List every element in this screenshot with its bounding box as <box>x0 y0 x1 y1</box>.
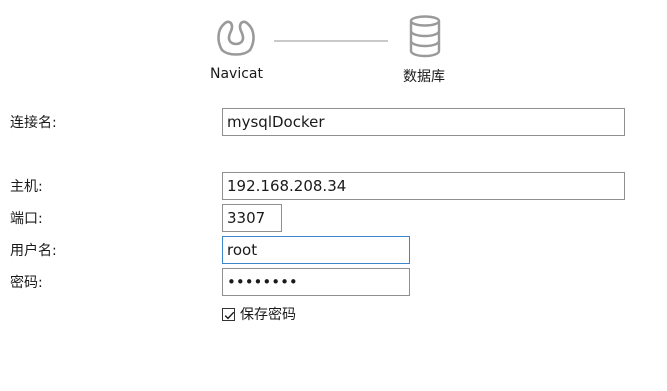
connection-line <box>274 40 388 42</box>
target-label: 数据库 <box>403 69 445 85</box>
username-label: 用户名: <box>10 243 57 259</box>
database-icon <box>406 14 444 58</box>
connection-dialog: Navicat 数据库 连接名: 主机: 端口: 用户名: 密码: 保存密码 <box>0 0 667 391</box>
host-input[interactable] <box>222 172 625 200</box>
checkbox-box[interactable] <box>222 307 235 321</box>
host-label: 主机: <box>10 179 43 195</box>
password-label: 密码: <box>10 275 43 291</box>
save-password-label: 保存密码 <box>240 307 296 323</box>
navicat-logo-icon <box>214 14 258 58</box>
password-input[interactable] <box>222 268 410 296</box>
port-label: 端口: <box>10 211 43 227</box>
connection-name-label: 连接名: <box>10 115 57 131</box>
source-label: Navicat <box>210 66 263 82</box>
connection-name-input[interactable] <box>222 108 625 136</box>
save-password-checkbox[interactable]: 保存密码 <box>222 305 296 323</box>
port-input[interactable] <box>222 204 282 232</box>
checkmark-icon <box>224 311 235 319</box>
username-input[interactable] <box>222 236 410 264</box>
